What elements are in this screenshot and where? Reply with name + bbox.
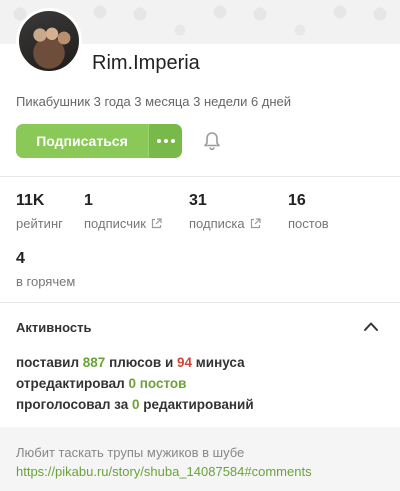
stat-rating: 11K рейтинг [16,192,63,231]
more-icon [156,139,161,143]
external-link-icon [250,218,261,229]
stat-followers[interactable]: 1 подписчик [84,192,162,231]
stat-following[interactable]: 31 подписка [189,192,261,231]
subscribe-button[interactable]: Подписаться [16,124,148,158]
about-section: Любит таскать трупы мужиков в шубе https… [0,427,400,491]
external-link-icon [151,218,162,229]
stat-hot: 4 в горячем [16,250,76,289]
edit-votes-count: 0 [131,397,140,412]
stat-posts: 16 постов [288,192,329,231]
divider [0,302,400,303]
activity-votes: поставил 887 плюсов и 94 минуса [16,355,245,370]
edited-posts-link[interactable]: 0 постов [128,376,186,391]
avatar[interactable] [16,8,82,74]
activity-edits: отредактировал 0 постов [16,376,187,391]
activity-title: Активность [16,320,92,335]
member-since: Пикабушник 3 года 3 месяца 3 недели 6 дн… [16,94,292,109]
minuses-count: 94 [177,355,193,370]
about-text: Любит таскать трупы мужиков в шубе [16,445,245,460]
activity-edit-votes: проголосовал за 0 редактирований [16,397,254,412]
subscribe-group: Подписаться [16,124,182,158]
more-button[interactable] [148,124,182,158]
about-link[interactable]: https://pikabu.ru/story/shuba_14087584#c… [16,464,312,479]
divider [0,176,400,177]
chevron-up-icon[interactable] [363,320,379,332]
username: Rim.Imperia [92,52,200,74]
bell-icon[interactable] [203,131,221,151]
pluses-count: 887 [82,355,106,370]
